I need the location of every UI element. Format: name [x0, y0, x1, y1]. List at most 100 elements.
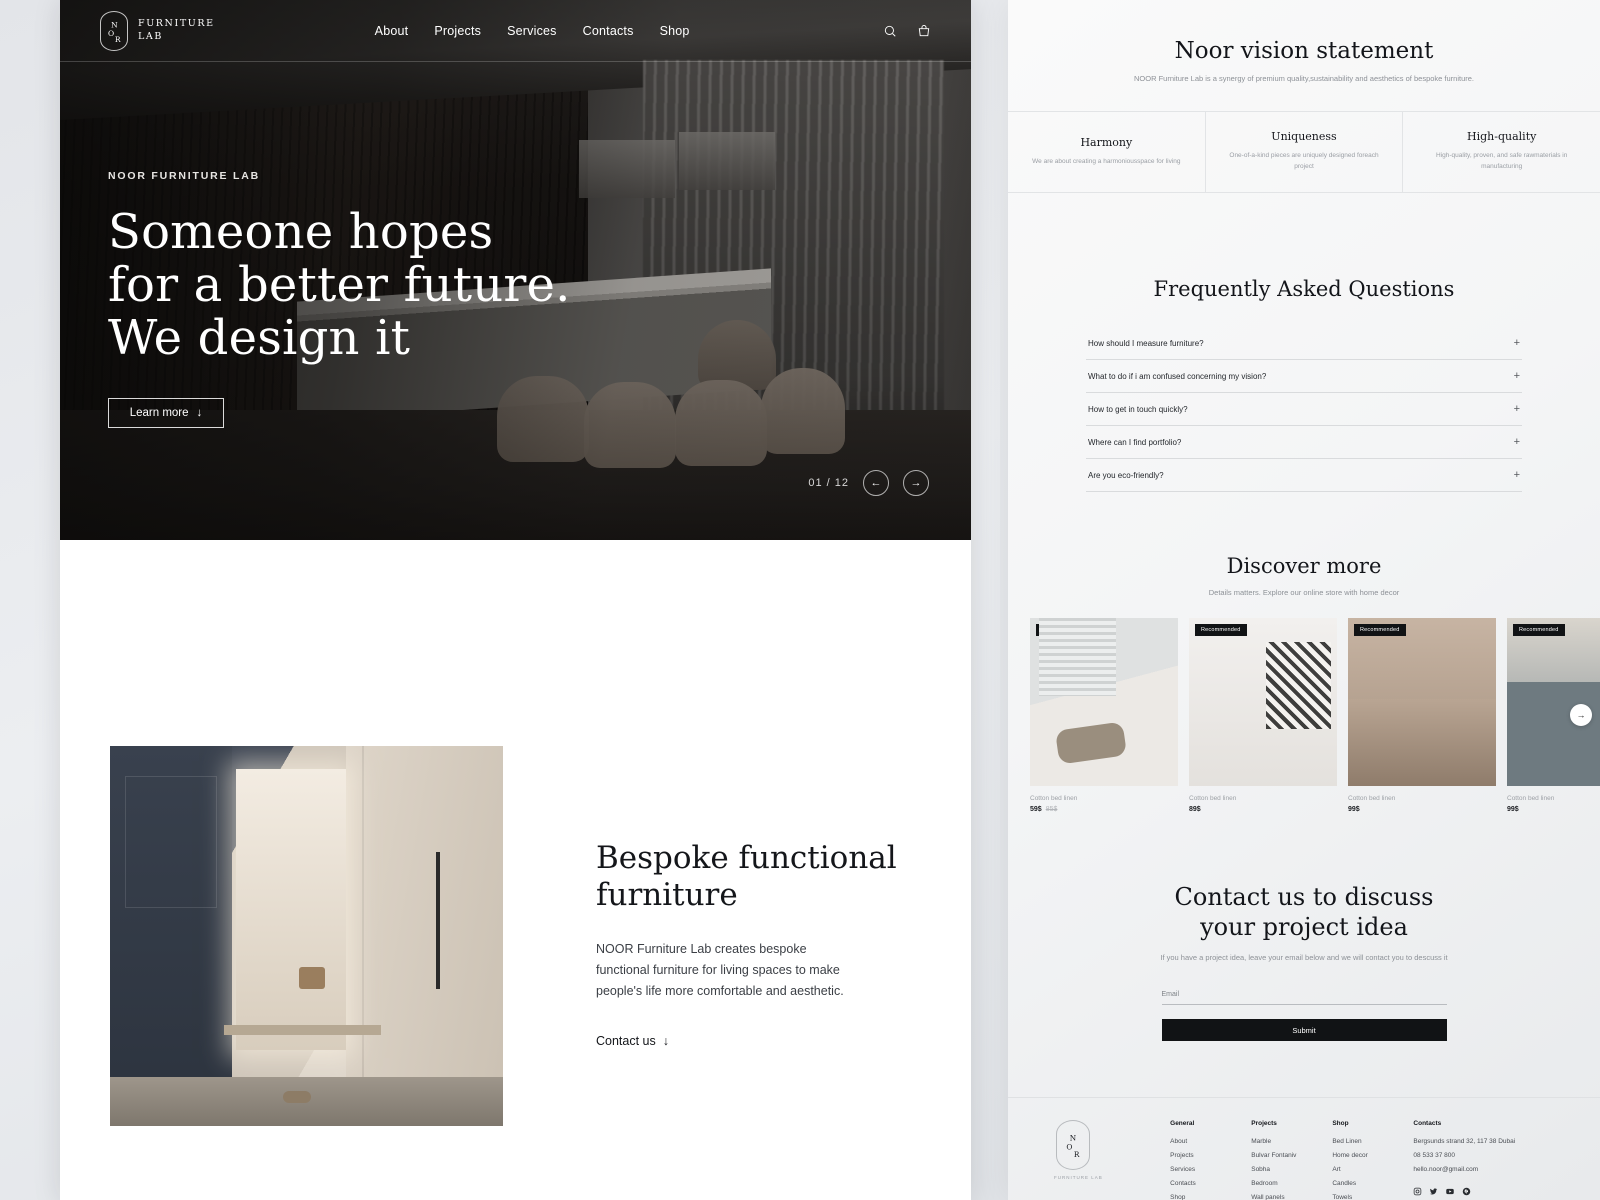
footer-email[interactable]: hello.noor@gmail.com — [1413, 1166, 1560, 1173]
footer-link[interactable]: Projects — [1170, 1152, 1251, 1159]
product-card[interactable]: Recommended Cotton bed linen 89$ — [1189, 618, 1337, 813]
vision-section: Noor vision statement NOOR Furniture Lab… — [1008, 0, 1600, 193]
product-name: Cotton bed linen — [1189, 795, 1237, 803]
product-card[interactable]: Recommended Cotton bed linen 99$ — [1348, 618, 1496, 813]
learn-more-button[interactable]: Learn more ↓ — [108, 398, 224, 429]
cart-icon[interactable] — [917, 24, 931, 38]
contact-title-line-2: your project idea — [1200, 913, 1408, 941]
footer-column-shop: Shop Bed Linen Home decor Art Candles To… — [1332, 1120, 1413, 1200]
footer-link[interactable]: Bed Linen — [1332, 1138, 1413, 1145]
product-price: 59$ 85$ — [1030, 806, 1178, 813]
slide-counter: 01 / 12 — [808, 477, 849, 489]
product-price: 99$ — [1348, 806, 1496, 813]
nav-item-about[interactable]: About — [375, 24, 409, 38]
footer-column-heading: Projects — [1251, 1120, 1277, 1128]
twitter-icon[interactable] — [1429, 1187, 1438, 1198]
footer-link[interactable]: Shop — [1170, 1194, 1251, 1200]
faq-item[interactable]: How should I measure furniture? + — [1086, 327, 1522, 360]
footer-phone[interactable]: 08 533 37 800 — [1413, 1152, 1560, 1159]
value-text: One-of-a-kind pieces are uniquely design… — [1229, 152, 1379, 171]
monogram-icon: N O R — [1056, 1120, 1090, 1171]
product-card[interactable]: Recommended Cotton bed linen 59$ 85$ — [1030, 618, 1178, 813]
footer-column-heading: Contacts — [1413, 1120, 1442, 1128]
value-column-high-quality: High-quality High-quality, proven, and s… — [1402, 111, 1600, 192]
contact-us-link[interactable]: Contact us ↓ — [596, 1034, 669, 1048]
bespoke-paragraph: NOOR Furniture Lab creates bespoke funct… — [596, 942, 844, 999]
nav-item-shop[interactable]: Shop — [660, 24, 690, 38]
hero-slider-controls: 01 / 12 ← → — [808, 470, 929, 496]
nav-item-projects[interactable]: Projects — [434, 24, 481, 38]
footer-link[interactable]: Contacts — [1170, 1180, 1251, 1187]
value-title: Harmony — [1080, 135, 1133, 149]
value-columns: Harmony We are about creating a harmonio… — [1008, 110, 1600, 193]
footer-link[interactable]: Home decor — [1332, 1152, 1413, 1159]
value-title: Uniqueness — [1271, 130, 1337, 144]
svg-text:R: R — [1074, 1150, 1080, 1159]
faq-item[interactable]: Are you eco-friendly? + — [1086, 459, 1522, 492]
search-icon[interactable] — [883, 24, 897, 38]
nav-item-services[interactable]: Services — [507, 24, 557, 38]
discover-section: Discover more Details matters. Explore o… — [1008, 492, 1600, 813]
recommended-badge: Recommended — [1513, 624, 1565, 637]
hero-headline-line-3: We design it — [108, 309, 411, 366]
value-text: We are about creating a harmoniousspace … — [1032, 157, 1181, 165]
monogram-icon: N O R — [100, 10, 128, 51]
price-current: 89$ — [1189, 806, 1201, 814]
product-image: Recommended — [1030, 618, 1178, 787]
right-page: Noor vision statement NOOR Furniture Lab… — [1008, 0, 1600, 1200]
plus-icon[interactable]: + — [1514, 370, 1520, 382]
nav-links: About Projects Services Contacts Shop — [375, 24, 690, 38]
faq-title: Frequently Asked Questions — [1153, 276, 1455, 301]
footer-column-heading: General — [1170, 1120, 1195, 1128]
faq-item[interactable]: What to do if i am confused concerning m… — [1086, 360, 1522, 393]
footer-column-contacts: Contacts Bergsunds strand 32, 117 38 Dub… — [1413, 1120, 1560, 1200]
product-name: Cotton bed linen — [1030, 795, 1078, 803]
plus-icon[interactable]: + — [1514, 436, 1520, 448]
product-image: Recommended — [1507, 618, 1600, 787]
bespoke-text-block: Bespoke functional furniture NOOR Furnit… — [596, 840, 916, 1050]
pinterest-icon[interactable] — [1462, 1187, 1471, 1198]
plus-icon[interactable]: + — [1514, 469, 1520, 481]
contact-section: Contact us to discuss your project idea … — [1008, 813, 1600, 1042]
footer-link[interactable]: Bulvar Fontaniv — [1251, 1152, 1332, 1159]
product-price: 89$ — [1189, 806, 1337, 813]
faq-item[interactable]: How to get in touch quickly? + — [1086, 393, 1522, 426]
product-image: Recommended — [1189, 618, 1337, 787]
contact-subtitle: If you have a project idea, leave your e… — [1160, 952, 1448, 962]
slider-prev-button[interactable]: ← — [863, 470, 889, 496]
youtube-icon[interactable] — [1445, 1187, 1455, 1198]
footer-link[interactable]: Marble — [1251, 1138, 1332, 1145]
footer-link[interactable]: About — [1170, 1138, 1251, 1145]
value-column-harmony: Harmony We are about creating a harmonio… — [1008, 112, 1205, 192]
svg-text:O: O — [108, 29, 114, 38]
footer-column-general: General About Projects Services Contacts… — [1170, 1120, 1251, 1200]
email-label: Email — [1161, 991, 1180, 999]
footer-link[interactable]: Art — [1332, 1166, 1413, 1173]
price-current: 59$ — [1030, 806, 1042, 814]
price-old: 85$ — [1045, 806, 1058, 814]
left-page: N O R FURNITURE LAB About Projects Servi… — [60, 0, 971, 1200]
arrow-down-icon: ↓ — [662, 1034, 670, 1049]
svg-text:N: N — [1070, 1134, 1077, 1143]
footer-link[interactable]: Sobha — [1251, 1166, 1332, 1173]
brand-logo[interactable]: N O R FURNITURE LAB — [100, 10, 215, 51]
footer-link[interactable]: Bedroom — [1251, 1180, 1332, 1187]
plus-icon[interactable]: + — [1514, 337, 1520, 349]
hero-headline-line-2: for a better future. — [108, 256, 571, 313]
footer-link[interactable]: Services — [1170, 1166, 1251, 1173]
product-name: Cotton bed linen — [1507, 795, 1555, 803]
instagram-icon[interactable] — [1413, 1187, 1422, 1198]
email-field[interactable]: Email — [1161, 991, 1447, 1006]
vision-title: Noor vision statement — [1174, 38, 1434, 64]
hero-copy: NOOR FURNITURE LAB Someone hopes for a b… — [108, 170, 571, 429]
footer-link[interactable]: Candles — [1332, 1180, 1413, 1187]
faq-item[interactable]: Where can I find portfolio? + — [1086, 426, 1522, 459]
plus-icon[interactable]: + — [1514, 403, 1520, 415]
nav-item-contacts[interactable]: Contacts — [583, 24, 634, 38]
submit-button[interactable]: Submit — [1161, 1019, 1447, 1042]
nav-icons — [883, 24, 931, 38]
slider-next-button[interactable]: → — [903, 470, 929, 496]
arrow-down-icon: ↓ — [196, 407, 203, 420]
footer-link[interactable]: Wall panels — [1251, 1194, 1332, 1200]
footer-link[interactable]: Towels — [1332, 1194, 1413, 1200]
